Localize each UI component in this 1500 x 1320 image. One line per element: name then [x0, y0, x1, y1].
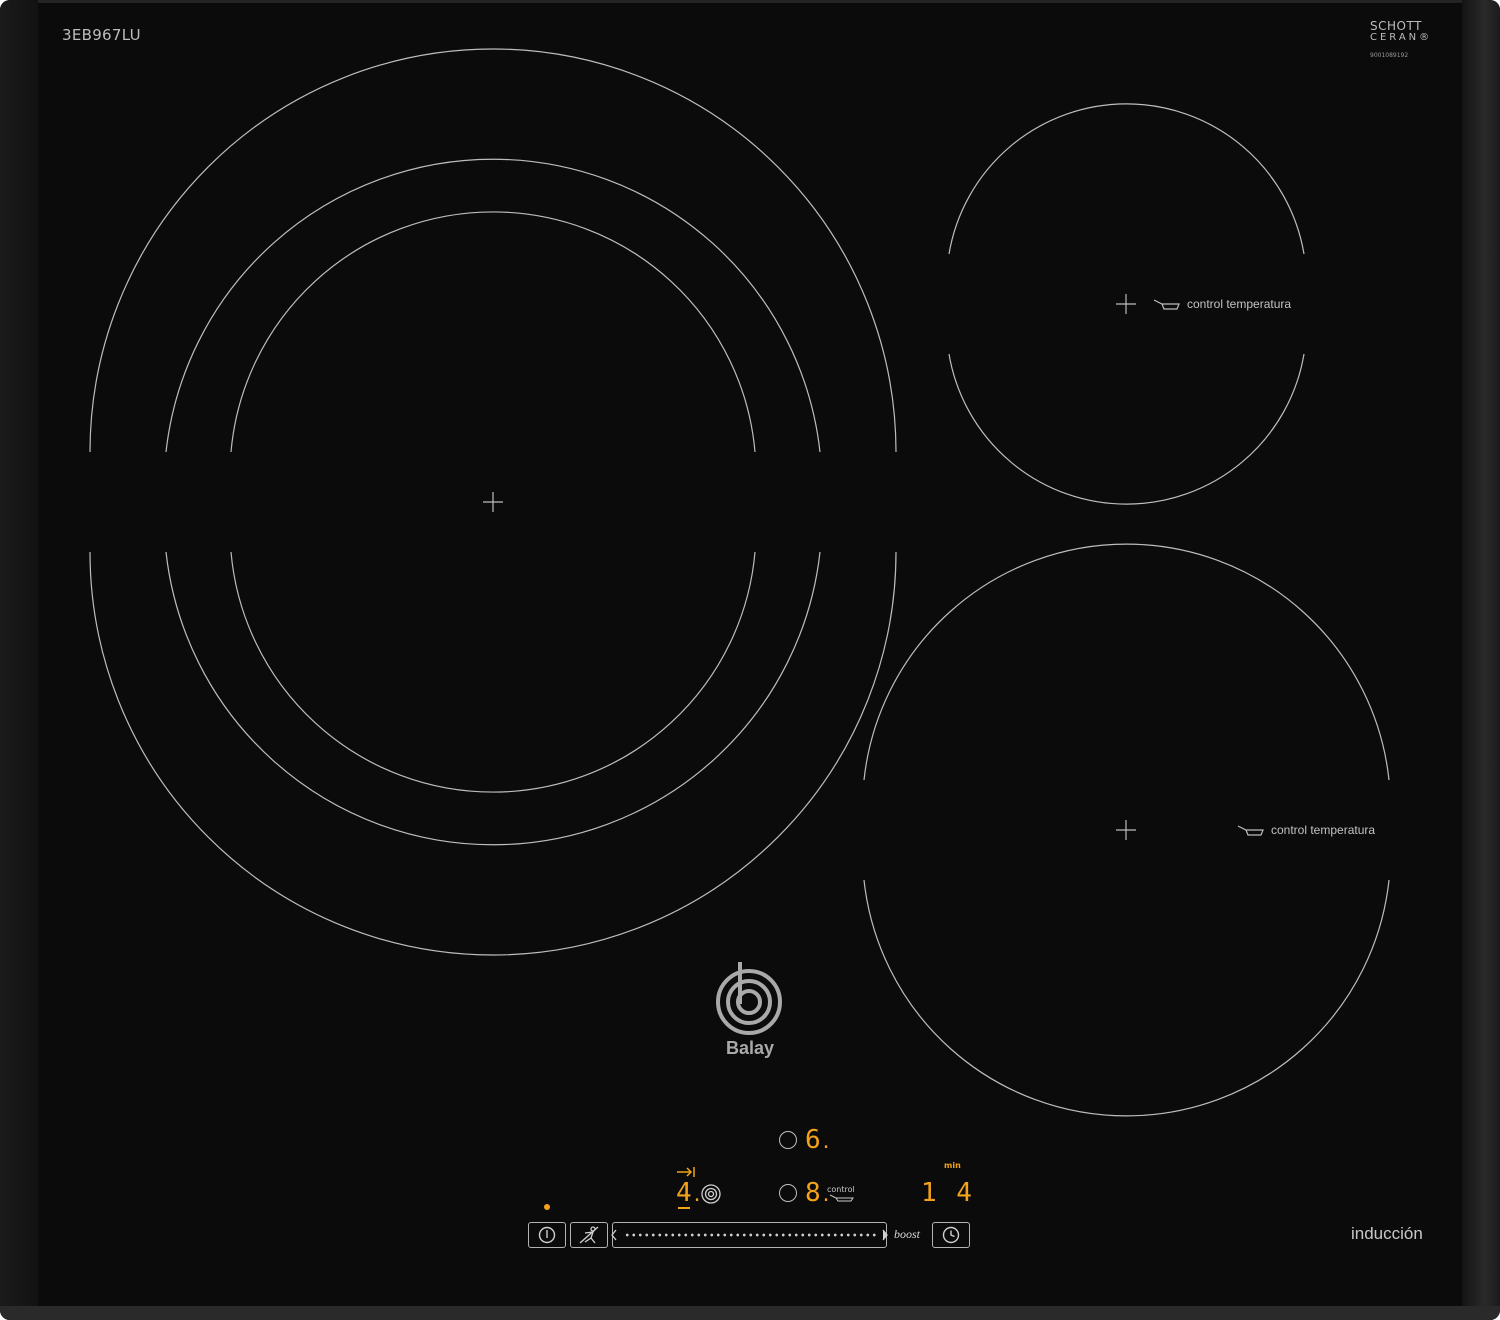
- decimal-dot: .: [820, 1132, 832, 1153]
- left-zone-level-display: 4.: [676, 1180, 703, 1206]
- timer-icon: [942, 1226, 960, 1244]
- boost-button[interactable]: boost: [894, 1227, 920, 1242]
- timer-unit-label: min: [944, 1161, 961, 1170]
- brand-name: Balay: [725, 1038, 775, 1058]
- zone-top-level: 6: [805, 1125, 821, 1155]
- left-zone-level: 4: [676, 1178, 692, 1208]
- zone-left-outer-ring-bottom: [89, 551, 897, 956]
- zone-right-top-label: control temperatura: [1187, 297, 1292, 311]
- zone-select-button-top[interactable]: [779, 1131, 797, 1149]
- induction-cooktop: 3EB967LU SCHOTT CERAN® 9001089192 contro…: [0, 0, 1500, 1320]
- power-indicator-led: [544, 1204, 550, 1210]
- zone-select-button-middle[interactable]: [779, 1184, 797, 1202]
- slider-track[interactable]: [624, 1232, 878, 1238]
- zone-left-outer-ring: [89, 48, 897, 453]
- zone-right-bottom-ring-bottom: [863, 879, 1390, 1117]
- level-underline: [678, 1207, 690, 1209]
- power-icon: [538, 1226, 556, 1244]
- timer-display: 1 4: [921, 1178, 974, 1208]
- zone-left-inner-ring: [230, 211, 756, 453]
- zone-top-level-display: 6.: [805, 1127, 832, 1153]
- pan-icon: [829, 1194, 854, 1202]
- zone-left-middle-ring-bottom: [165, 551, 821, 846]
- pan-icon: [1237, 825, 1264, 836]
- child-lock-icon: [579, 1226, 599, 1244]
- slider-right-arrow-icon: [882, 1229, 888, 1241]
- zone-right-top-ring-bottom: [948, 353, 1305, 505]
- slider-left-arrow-icon: [611, 1229, 617, 1241]
- zone-right-bottom-ring: [863, 543, 1390, 781]
- power-button[interactable]: [528, 1222, 566, 1248]
- technology-label: inducción: [1351, 1224, 1423, 1243]
- multi-ring-zone-icon[interactable]: [700, 1183, 722, 1205]
- flex-zone-icon: [677, 1167, 695, 1177]
- cooking-zones: [89, 48, 1390, 1117]
- timer-button[interactable]: [932, 1222, 970, 1248]
- zone-left-middle-ring: [165, 158, 821, 453]
- zone-right-top-ring: [948, 103, 1305, 255]
- child-lock-button[interactable]: [570, 1222, 608, 1248]
- control-label: control: [827, 1185, 855, 1194]
- pan-icon: [1153, 299, 1180, 310]
- brand-logo-icon: [716, 962, 782, 1035]
- mid-zone-level: 8: [805, 1178, 821, 1208]
- zone-right-bottom-label: control temperatura: [1271, 823, 1376, 837]
- zone-left-inner-ring-bottom: [230, 551, 756, 793]
